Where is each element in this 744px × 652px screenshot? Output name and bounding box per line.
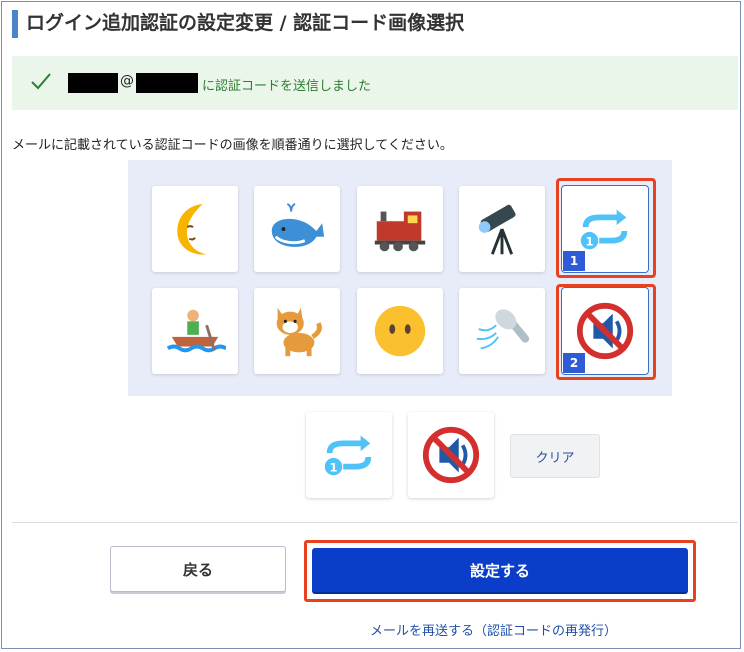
resend-email-link[interactable]: メールを再送する（認証コードの再発行）	[370, 620, 617, 639]
selected-highlight-1	[556, 178, 656, 278]
success-notice: @ に認証コードを送信しました	[12, 56, 738, 110]
shiba-dog-icon	[276, 307, 322, 357]
crescent-moon-face-icon	[177, 203, 207, 255]
selected-highlight-2	[556, 284, 656, 380]
email-at-sign: @	[120, 73, 134, 89]
rowboat-icon	[166, 309, 226, 353]
submit-button[interactable]: 設定する	[312, 548, 688, 592]
redacted-email-domain	[136, 73, 198, 93]
instruction-text: メールに記載されている認証コードの画像を順番通りに選択してください。	[12, 138, 453, 153]
whale-icon	[271, 202, 325, 247]
mute-icon	[422, 426, 480, 484]
shower-icon	[476, 309, 530, 350]
tile-shower[interactable]	[459, 288, 545, 374]
check-icon	[31, 73, 51, 90]
selected-item-repeat-one[interactable]: 1	[306, 412, 392, 498]
svg-text:1: 1	[329, 460, 337, 474]
locomotive-icon	[374, 211, 426, 252]
clear-button[interactable]: クリア	[510, 434, 600, 478]
tile-crescent-moon-face[interactable]	[152, 186, 238, 272]
tile-face-without-mouth[interactable]	[357, 288, 443, 374]
title-accent-bar	[12, 10, 18, 38]
redacted-email-user	[68, 73, 118, 93]
notice-message: に認証コードを送信しました	[202, 79, 372, 94]
tile-shiba-dog[interactable]	[254, 288, 340, 374]
divider	[12, 522, 738, 523]
repeat-one-icon: 1	[324, 435, 372, 476]
tile-rowboat[interactable]	[152, 288, 238, 374]
tile-locomotive[interactable]	[357, 186, 443, 272]
selected-item-mute[interactable]	[408, 412, 494, 498]
back-button[interactable]: 戻る	[110, 546, 286, 592]
page-title: ログイン追加認証の設定変更 / 認証コード画像選択	[26, 12, 465, 34]
tile-telescope[interactable]	[459, 186, 545, 272]
tile-whale[interactable]	[254, 186, 340, 272]
face-without-mouth-icon	[374, 305, 426, 357]
telescope-icon	[478, 204, 516, 255]
